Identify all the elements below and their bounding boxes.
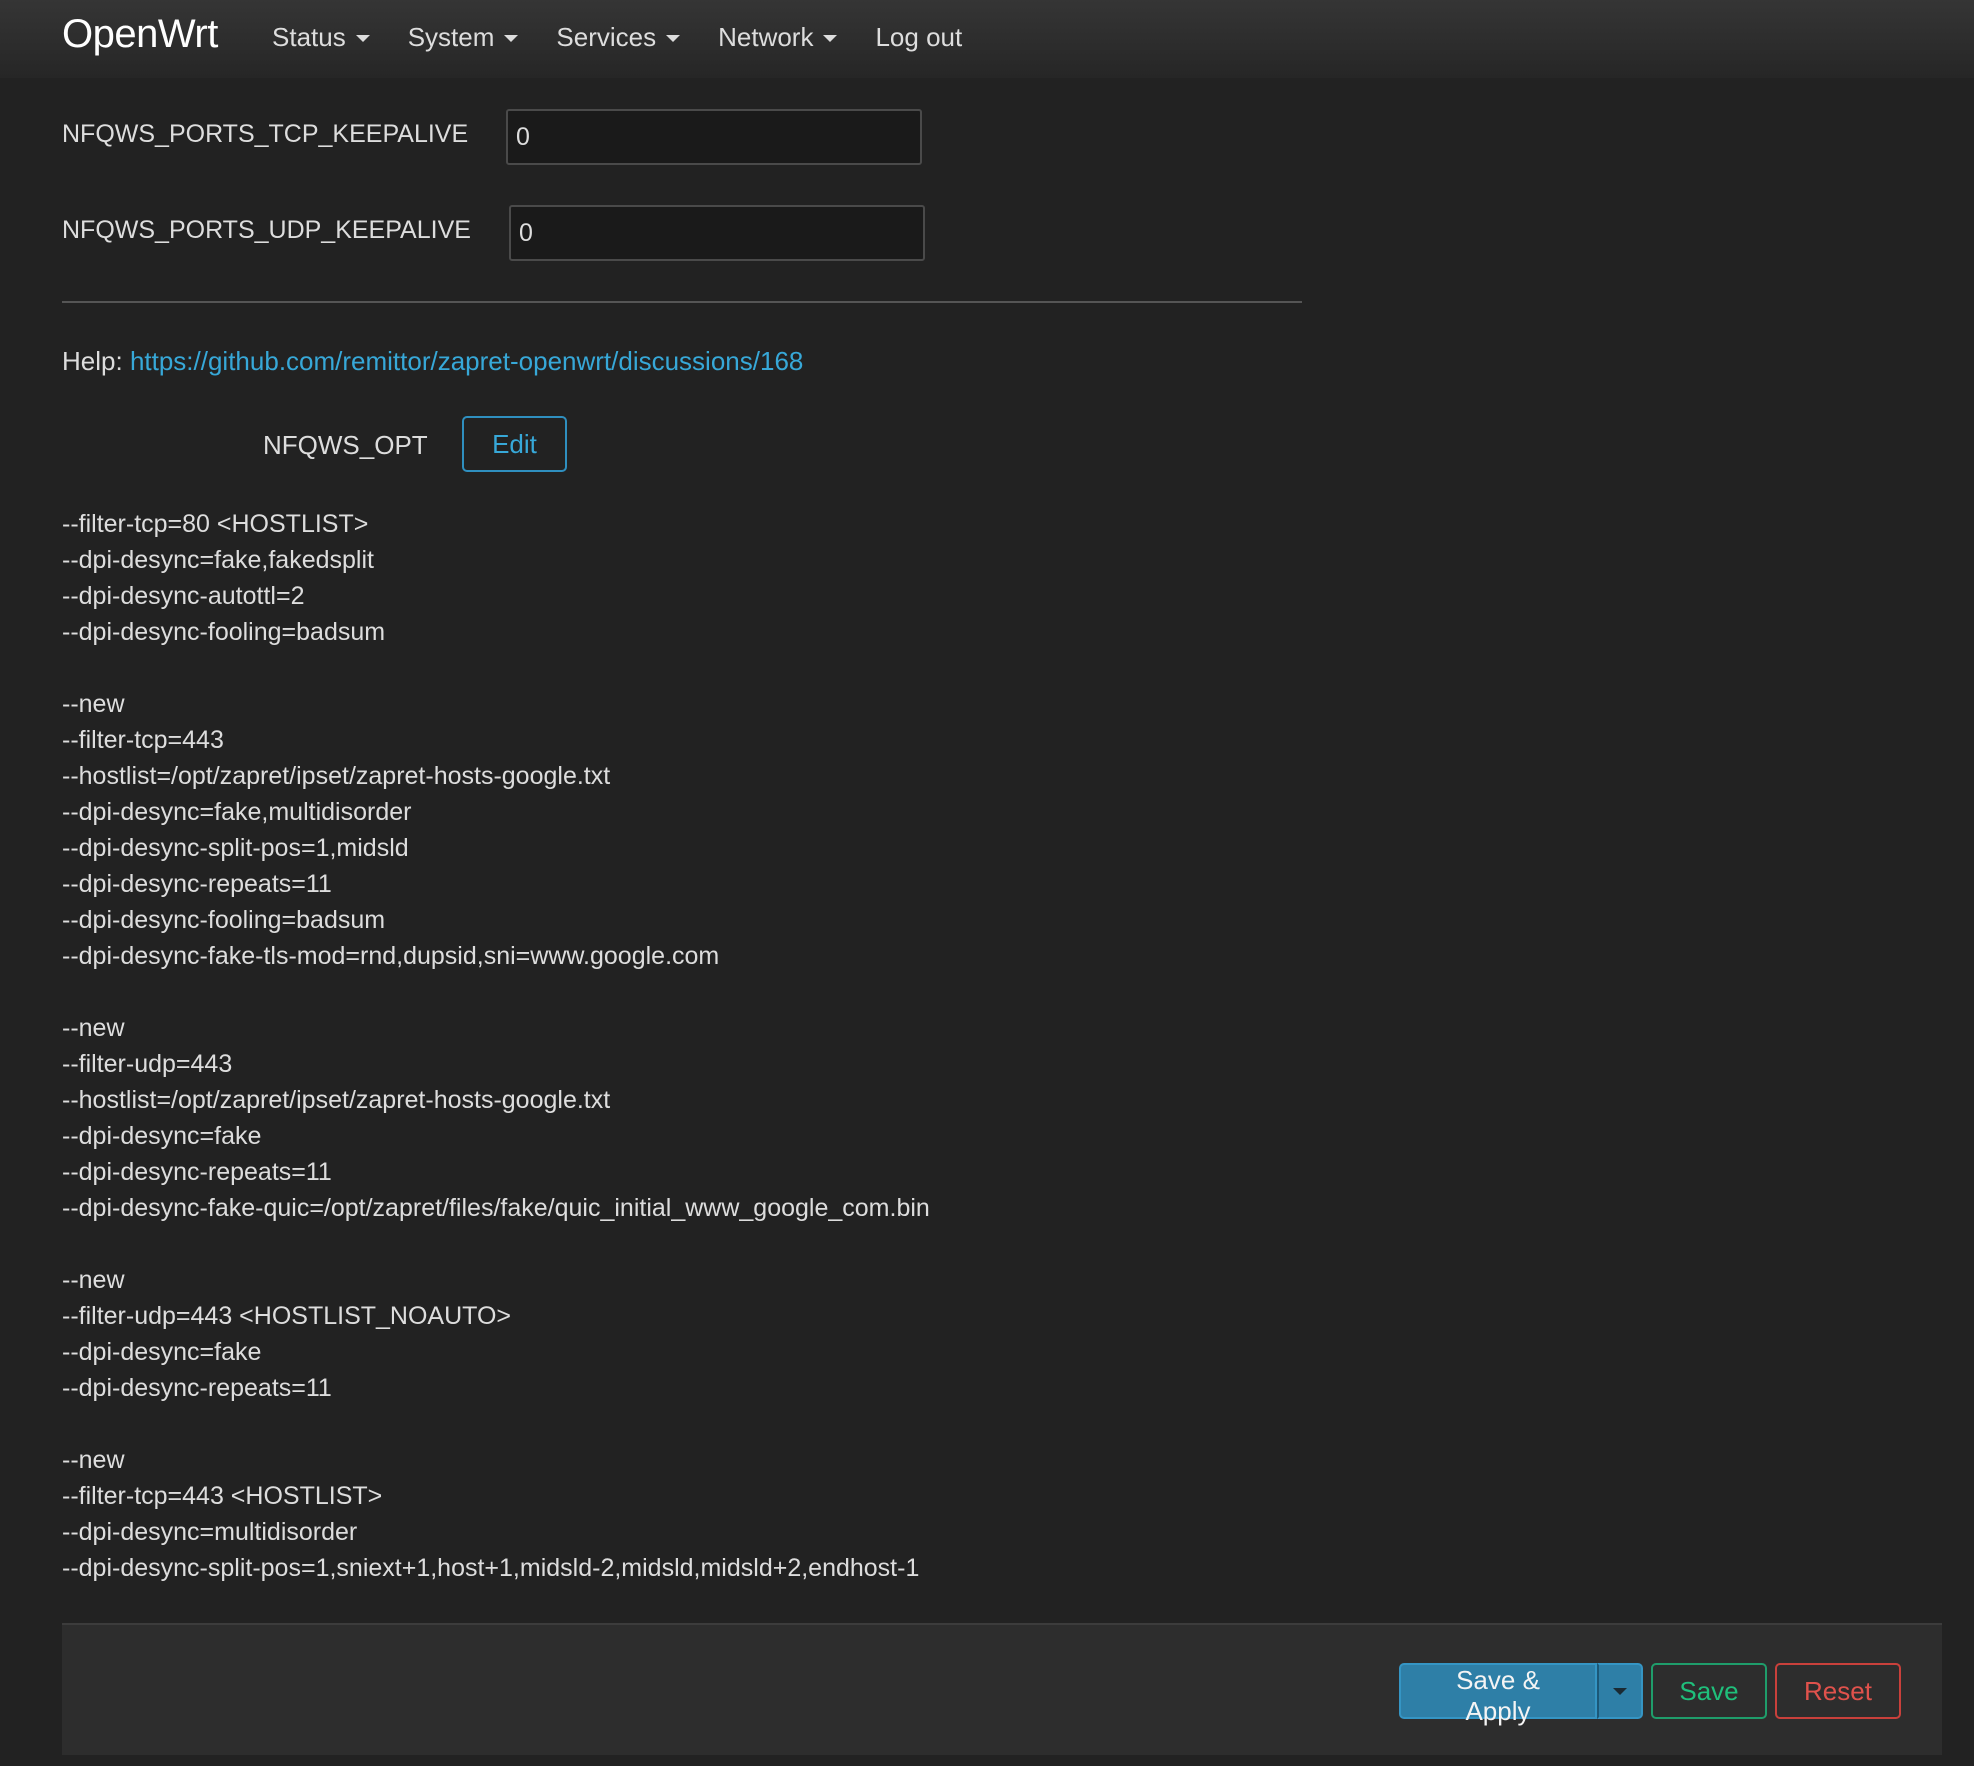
tcp-keepalive-row: NFQWS_PORTS_TCP_KEEPALIVE — [62, 120, 468, 149]
menu-logout[interactable]: Log out — [875, 22, 962, 53]
nfqws-opt-label: NFQWS_OPT — [263, 430, 428, 460]
tcp-keepalive-input[interactable] — [506, 109, 922, 165]
chevron-down-icon — [355, 35, 370, 42]
main-menu: Status System Services Network Log out — [272, 22, 1000, 53]
menu-system-label: System — [407, 22, 495, 52]
edit-button[interactable]: Edit — [462, 416, 567, 472]
chevron-down-icon — [1613, 1687, 1627, 1695]
menu-status-label: Status — [272, 22, 346, 52]
save-apply-button[interactable]: Save & Apply — [1399, 1663, 1597, 1726]
save-apply-group: Save & Apply — [1399, 1663, 1643, 1726]
chevron-down-icon — [823, 35, 838, 42]
menu-network[interactable]: Network — [718, 22, 838, 53]
menu-logout-label: Log out — [875, 22, 963, 52]
brand-logo[interactable]: OpenWrt — [62, 12, 218, 57]
form-footer: Save & Apply Save Reset — [62, 1623, 1942, 1755]
chevron-down-icon — [504, 35, 519, 42]
menu-services-label: Services — [556, 22, 657, 52]
nfqws-opt-value: --filter-tcp=80 <HOSTLIST> --dpi-desync=… — [62, 510, 930, 1582]
save-apply-dropdown-toggle[interactable] — [1597, 1663, 1643, 1719]
help-line: Help: https://github.com/remittor/zapret… — [62, 346, 803, 377]
menu-status[interactable]: Status — [272, 22, 370, 53]
menu-system[interactable]: System — [408, 22, 519, 53]
tcp-keepalive-label: NFQWS_PORTS_TCP_KEEPALIVE — [62, 120, 469, 148]
menu-services[interactable]: Services — [556, 22, 681, 53]
save-button[interactable]: Save — [1651, 1663, 1767, 1719]
reset-button[interactable]: Reset — [1775, 1663, 1901, 1719]
help-link[interactable]: https://github.com/remittor/zapret-openw… — [130, 346, 803, 376]
top-navbar: OpenWrt Status System Services Network L… — [0, 0, 1974, 78]
help-prefix: Help: — [62, 346, 123, 376]
udp-keepalive-input[interactable] — [509, 205, 925, 261]
section-divider — [62, 301, 1302, 303]
udp-keepalive-row: NFQWS_PORTS_UDP_KEEPALIVE — [62, 216, 471, 245]
chevron-down-icon — [666, 35, 681, 42]
menu-network-label: Network — [718, 22, 814, 52]
udp-keepalive-label: NFQWS_PORTS_UDP_KEEPALIVE — [62, 216, 471, 244]
